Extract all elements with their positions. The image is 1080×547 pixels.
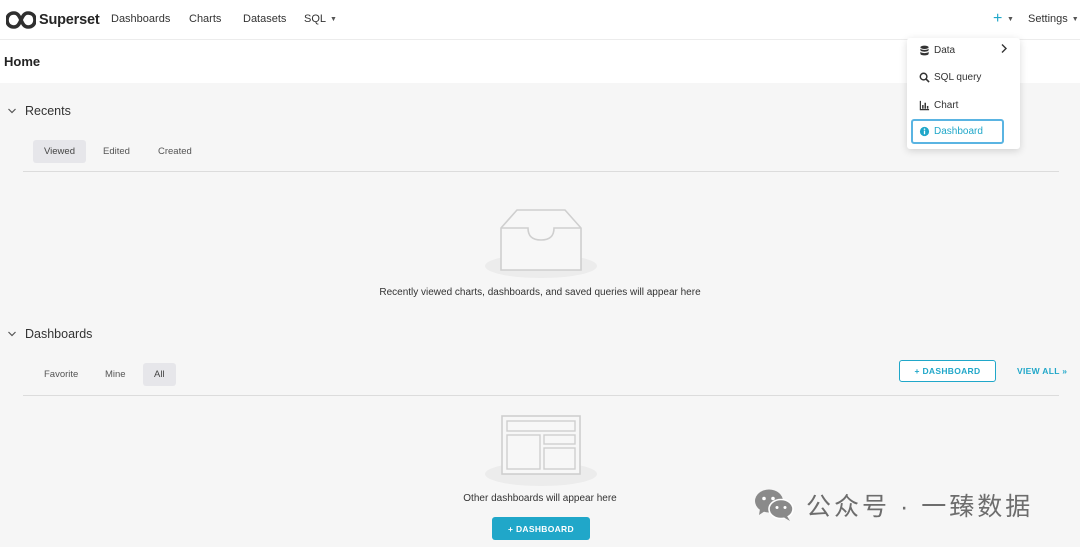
empty-dashboard-icon [485, 415, 597, 486]
dashboards-divider [23, 395, 1059, 396]
chevron-right-icon [1001, 44, 1007, 53]
settings-menu[interactable]: Settings ▼ [1028, 13, 1079, 25]
wechat-watermark: 公众号 · 一臻数据 [754, 487, 1033, 523]
menu-item-chart[interactable]: Chart [907, 93, 1020, 117]
new-button[interactable]: + [993, 10, 1002, 28]
bar-chart-icon [919, 100, 930, 110]
nav-dashboards[interactable]: Dashboards [111, 13, 170, 25]
tab-viewed[interactable]: Viewed [33, 140, 86, 163]
watermark-text: 公众号 · 一臻数据 [806, 493, 1034, 521]
empty-inbox-icon [485, 209, 597, 278]
chevron-down-icon [8, 331, 16, 337]
new-item-dropdown: Data SQL query Chart Dashboard [907, 38, 1020, 149]
chevron-down-icon: ▼ [330, 16, 337, 23]
dashboards-section-toggle[interactable]: Dashboards [7, 327, 92, 341]
view-all-link[interactable]: VIEW ALL » [1017, 366, 1067, 376]
settings-label: Settings [1028, 13, 1068, 25]
menu-item-data-label: Data [934, 44, 956, 56]
chevron-down-icon: ▼ [1007, 16, 1014, 23]
nav-sql-label: SQL [304, 13, 327, 25]
menu-item-data[interactable]: Data [907, 38, 1020, 62]
menu-item-dashboard[interactable]: Dashboard [911, 119, 1004, 144]
info-circle-icon [919, 126, 930, 137]
database-icon [920, 45, 929, 55]
brand[interactable]: Superset [6, 9, 100, 31]
menu-item-sql-query[interactable]: SQL query [907, 65, 1020, 89]
tab-mine[interactable]: Mine [94, 363, 137, 386]
page-title: Home [4, 54, 41, 69]
tab-all[interactable]: All [143, 363, 176, 386]
chevron-down-icon: ▼ [1071, 16, 1079, 23]
menu-item-chart-label: Chart [934, 99, 959, 111]
empty-add-dashboard-button[interactable]: + DASHBOARD [492, 517, 590, 540]
recents-title: Recents [25, 104, 71, 118]
search-icon [919, 72, 930, 83]
dashboards-title: Dashboards [25, 327, 93, 341]
tab-edited[interactable]: Edited [92, 140, 141, 163]
nav-charts[interactable]: Charts [189, 13, 221, 25]
wechat-icon [755, 489, 794, 521]
nav-datasets[interactable]: Datasets [243, 13, 286, 25]
add-dashboard-button[interactable]: + DASHBOARD [899, 360, 996, 382]
tab-created[interactable]: Created [147, 140, 203, 163]
nav-sql[interactable]: SQL ▼ [304, 13, 337, 25]
menu-item-sql-query-label: SQL query [934, 71, 982, 83]
tab-favorite[interactable]: Favorite [33, 363, 89, 386]
menu-item-dashboard-label: Dashboard [934, 126, 983, 137]
recents-divider [23, 171, 1059, 172]
dashboards-empty-message: Other dashboards will appear here [463, 493, 617, 504]
brand-name: Superset [39, 12, 100, 28]
top-navbar: Superset Dashboards Charts Datasets SQL ▼… [0, 0, 1080, 40]
superset-logo-icon [6, 11, 36, 29]
recents-empty-message: Recently viewed charts, dashboards, and … [379, 287, 701, 298]
recents-section-toggle[interactable]: Recents [7, 104, 71, 118]
chevron-down-icon [8, 108, 16, 114]
